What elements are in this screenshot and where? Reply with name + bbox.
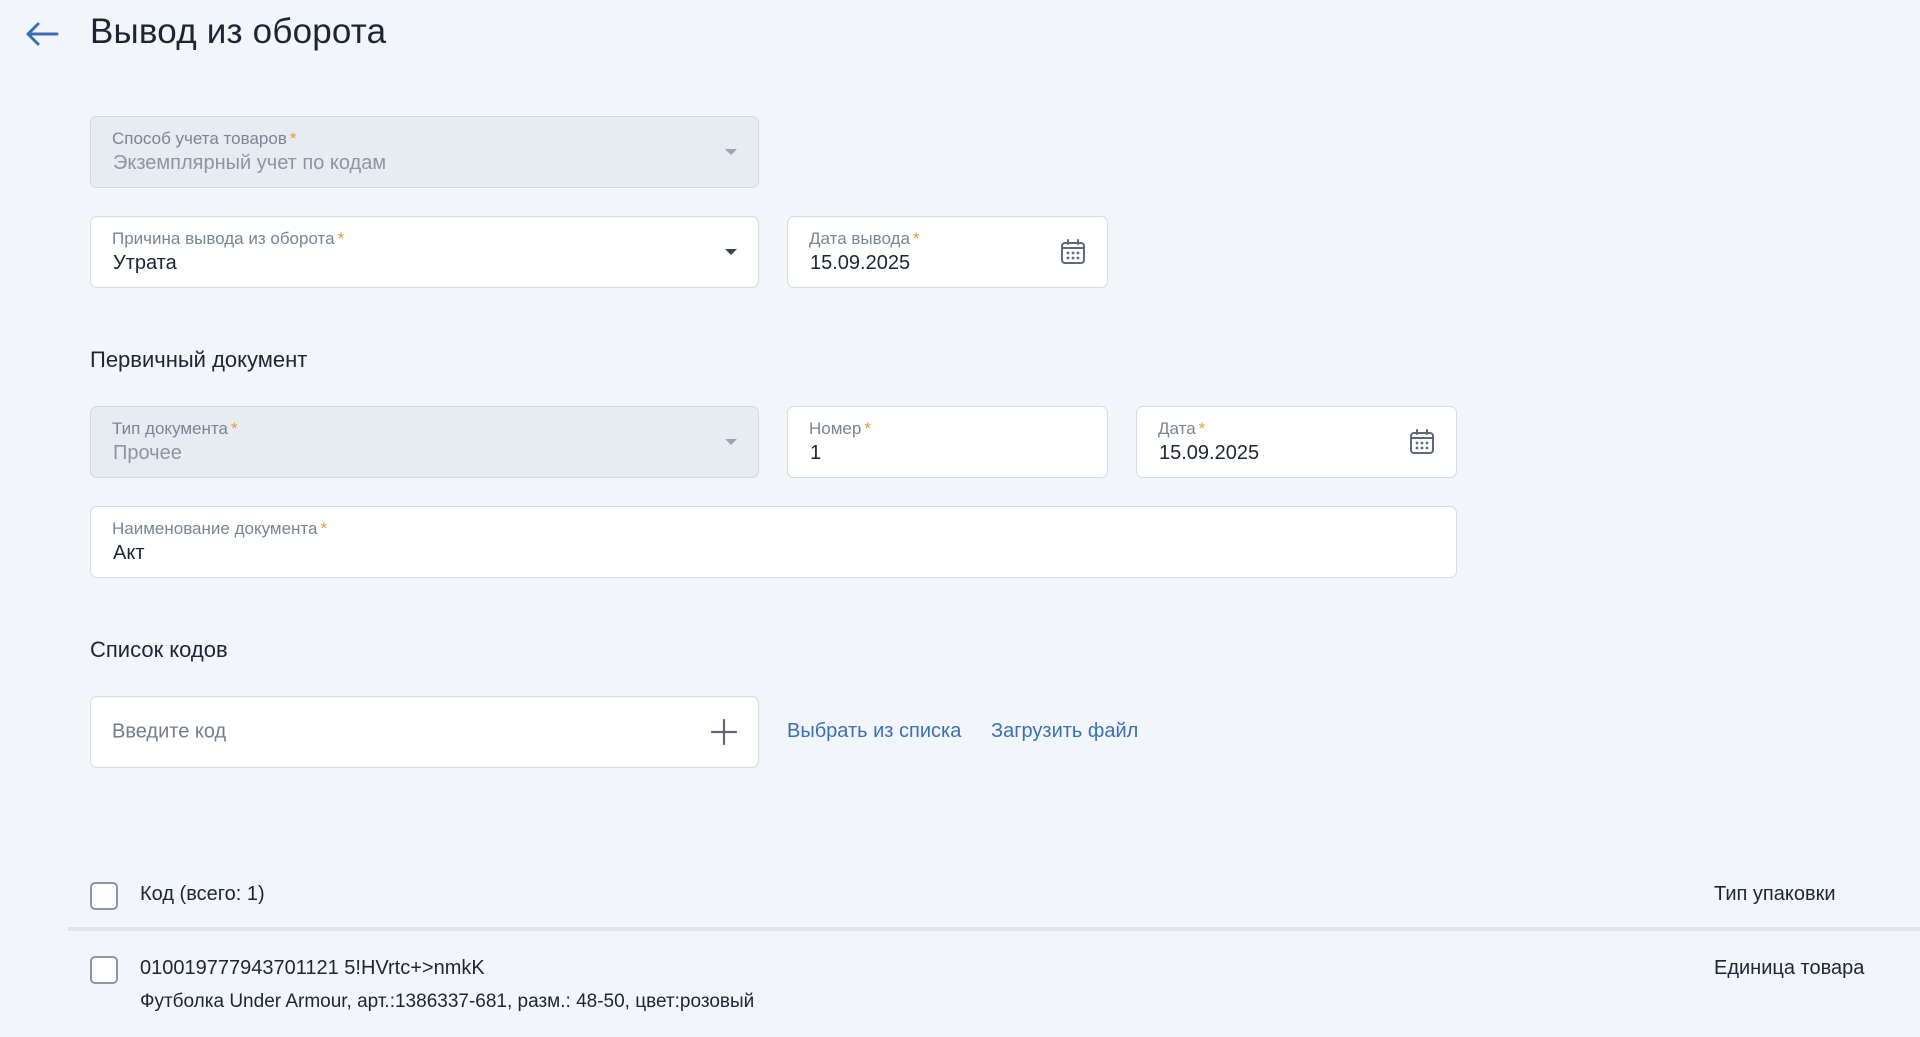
upload-file-link[interactable]: Загрузить файл: [991, 720, 1138, 743]
row-pack-type: Единица товара: [1714, 957, 1865, 979]
document-date-value: 15.09.2025: [1159, 442, 1260, 464]
row-checkbox[interactable]: [90, 956, 118, 984]
page-title: Вывод из оборота: [90, 12, 387, 51]
plus-icon[interactable]: [710, 718, 738, 746]
table-header-divider: [68, 927, 1920, 931]
arrow-left-icon: [26, 22, 59, 46]
page: Вывод из оборота Способ учета товаров * Э…: [0, 0, 1920, 1037]
withdrawal-date-field[interactable]: Дата вывода * 15.09.2025: [787, 216, 1108, 288]
document-type-value: Прочее: [113, 442, 182, 464]
row-description: Футболка Under Armour, арт.:1386337-681,…: [140, 991, 755, 1012]
table-header-pack-type: Тип упаковки: [1714, 883, 1836, 905]
accounting-method-value: Экземплярный учет по кодам: [113, 152, 387, 174]
withdrawal-reason-value: Утрата: [113, 252, 177, 274]
calendar-icon[interactable]: [1059, 238, 1087, 266]
row-code: 010019777943701121 5!HVrtc+>nmkK: [140, 957, 485, 979]
withdrawal-reason-select[interactable]: Причина вывода из оборота * Утрата: [90, 216, 759, 288]
select-all-checkbox[interactable]: [90, 882, 118, 910]
codes-list-title: Список кодов: [90, 637, 228, 662]
document-number-field[interactable]: Номер * 1: [787, 406, 1108, 478]
accounting-method-label: Способ учета товаров *: [112, 129, 297, 148]
caret-down-icon: [724, 438, 738, 446]
withdrawal-date-value: 15.09.2025: [810, 252, 911, 274]
calendar-icon[interactable]: [1408, 428, 1436, 456]
code-input[interactable]: Введите код: [90, 696, 759, 768]
caret-down-icon[interactable]: [724, 248, 738, 256]
code-input-placeholder: Введите код: [112, 720, 227, 743]
withdrawal-reason-label: Причина вывода из оборота *: [112, 229, 345, 248]
document-date-label: Дата *: [1158, 419, 1206, 438]
accounting-method-select: Способ учета товаров * Экземплярный учет …: [90, 116, 759, 188]
document-name-field[interactable]: Наименование документа * Акт: [90, 506, 1457, 578]
primary-document-title: Первичный документ: [90, 347, 308, 372]
document-name-label: Наименование документа *: [112, 519, 328, 538]
back-button[interactable]: [22, 16, 62, 52]
document-name-value: Акт: [113, 542, 145, 564]
document-type-select: Тип документа * Прочее: [90, 406, 759, 478]
caret-down-icon: [724, 148, 738, 156]
document-date-field[interactable]: Дата * 15.09.2025: [1136, 406, 1457, 478]
document-number-label: Номер *: [809, 419, 871, 438]
withdrawal-date-label: Дата вывода *: [809, 229, 920, 248]
document-number-value: 1: [810, 442, 822, 464]
document-type-label: Тип документа *: [112, 419, 238, 438]
select-from-list-link[interactable]: Выбрать из списка: [787, 720, 961, 743]
table-header-code: Код (всего: 1): [140, 883, 265, 905]
